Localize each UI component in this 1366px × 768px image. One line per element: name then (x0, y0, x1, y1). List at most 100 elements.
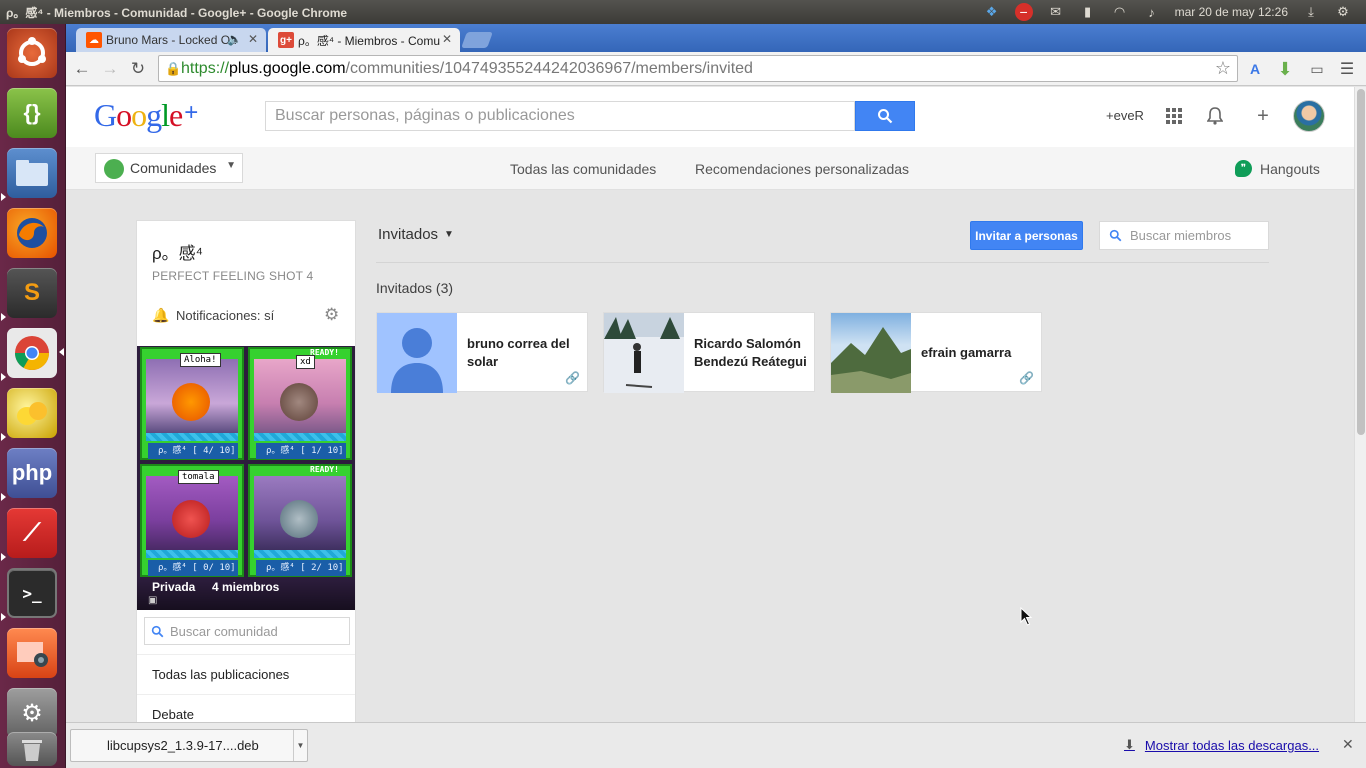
apps-grid-icon[interactable] (1162, 103, 1186, 129)
window-title: ρ。感⁴ - Miembros - Comunidad - Google+ - … (6, 5, 348, 20)
tab-community-members[interactable]: g+ ρ。感⁴ - Miembros - Comu ✕ (268, 28, 460, 52)
close-tab-icon[interactable]: ✕ (248, 32, 258, 46)
close-tab-icon[interactable]: ✕ (442, 32, 452, 46)
download-indicator-icon[interactable]: ⤓ (1302, 4, 1320, 20)
nav-recommendations[interactable]: Recomendaciones personalizadas (695, 161, 909, 177)
running-indicator (1, 313, 6, 321)
running-indicator (1, 613, 6, 621)
wifi-icon[interactable]: ◠ (1111, 4, 1129, 20)
settings-icon[interactable]: ⚙ (7, 688, 57, 738)
bookmark-star-icon[interactable]: ☆ (1215, 58, 1231, 79)
share-plus-icon[interactable]: + (1251, 103, 1275, 129)
nav-all-communities[interactable]: Todas las comunidades (510, 161, 656, 177)
scrollbar-thumb[interactable] (1357, 89, 1365, 435)
cast-icon[interactable]: ▭ (1306, 58, 1328, 80)
bell-icon: 🔔 (152, 306, 170, 323)
chevron-down-icon[interactable]: ▼ (293, 730, 307, 761)
document-viewer-icon[interactable]: ⟋ (7, 508, 57, 558)
member-count[interactable]: 4 miembros (212, 580, 279, 594)
search-icon (151, 625, 164, 637)
address-bar[interactable]: 🔒 https://plus.google.com/communities/10… (158, 55, 1238, 82)
private-lock-icon: ▣ (148, 595, 158, 606)
image-viewer-icon[interactable] (7, 628, 57, 678)
files-icon[interactable] (7, 148, 57, 198)
mail-icon[interactable]: ✉ (1047, 4, 1065, 20)
hangouts-button[interactable]: ❞ Hangouts (1235, 160, 1320, 177)
browser-tab-strip: ☁ Bruno Mars - Locked Ou 🔈 ✕ g+ ρ。感⁴ - M… (66, 24, 1366, 52)
sublime-text-icon[interactable]: S (7, 268, 57, 318)
chrome-icon[interactable] (7, 328, 57, 378)
power-gear-icon[interactable]: ⚙ (1334, 4, 1352, 20)
privacy-label: Privada (152, 580, 196, 594)
brackets-editor-icon[interactable]: {} (7, 88, 57, 138)
community-name[interactable]: ρ。感⁴ (152, 239, 203, 264)
nav-debate[interactable]: Debate (137, 694, 355, 722)
translate-icon[interactable]: A (1244, 58, 1266, 80)
default-avatar (377, 313, 457, 393)
community-search-wrapper (144, 617, 350, 645)
show-all-downloads-link[interactable]: ⬇ Mostrar todas las descargas... (1124, 737, 1319, 753)
gear-icon[interactable]: ⚙ (324, 305, 339, 325)
community-meta: Privada 4 miembros ▣ (137, 578, 355, 610)
community-search-input[interactable] (170, 619, 340, 643)
running-indicator (1, 493, 6, 501)
user-profile-link[interactable]: +eveR (1106, 108, 1144, 123)
tab-label: Bruno Mars - Locked Ou (106, 33, 237, 47)
page-scrollbar[interactable] (1354, 87, 1366, 722)
menu-icon[interactable]: ☰ (1336, 58, 1358, 80)
nav-all-posts[interactable]: Todas las publicaciones (137, 654, 355, 694)
cover-tile: READY! ρ。感⁴ [ 2/ 10] yuk!!! (248, 464, 352, 577)
soundcloud-icon: ☁ (86, 32, 102, 48)
member-card[interactable]: bruno correa del solar 🔗 (376, 312, 588, 393)
running-indicator (1, 433, 6, 441)
php-icon[interactable]: php (7, 448, 57, 498)
close-icon[interactable]: ✕ (1342, 736, 1354, 753)
ubuntu-dash-icon[interactable] (7, 28, 57, 78)
download-item[interactable]: libcupsys2_1.3.9-17....deb ▼ (70, 729, 308, 762)
members-filter-dropdown[interactable]: Invitados ▼ (378, 226, 454, 243)
cover-tile: Aloha! ρ。感⁴ [ 4/ 10] ~Xalovz (140, 347, 244, 460)
invited-heading: Invitados (3) (376, 280, 454, 296)
unity-launcher: {} S php ⟋ >_ ⚙ (0, 24, 66, 768)
firefox-icon[interactable] (7, 208, 57, 258)
terminal-icon[interactable]: >_ (7, 568, 57, 618)
active-window-indicator (59, 348, 64, 356)
gplus-header: Google+ +eveR + (66, 87, 1354, 147)
reload-button[interactable]: ↻ (126, 57, 150, 81)
hangouts-icon: ❞ (1235, 160, 1252, 177)
volume-icon[interactable]: ♪ (1143, 4, 1161, 20)
member-search-input[interactable] (1130, 228, 1265, 243)
download-extension-icon[interactable]: ⬇ (1274, 58, 1296, 80)
communities-dropdown[interactable]: Comunidades ▼ (95, 153, 243, 183)
notifications-bell-icon[interactable] (1203, 103, 1227, 129)
web-page: Google+ +eveR + Comunidades ▼ Todas las … (66, 87, 1354, 722)
search-button[interactable] (855, 101, 915, 131)
mountain-photo (831, 313, 911, 393)
clock[interactable]: mar 20 de may 12:26 (1175, 5, 1288, 19)
avatar[interactable] (1293, 100, 1325, 132)
invite-people-button[interactable]: Invitar a personas (970, 221, 1083, 250)
stop-icon[interactable]: − (1014, 3, 1033, 21)
dropbox-icon[interactable]: ❖ (983, 4, 1001, 20)
member-card[interactable]: efrain gamarra 🔗 (830, 312, 1042, 393)
forward-button[interactable]: → (98, 57, 122, 81)
battery-icon[interactable]: ▮ (1079, 4, 1097, 20)
system-top-panel: ρ。感⁴ - Miembros - Comunidad - Google+ - … (0, 0, 1366, 24)
fruit-app-icon[interactable] (7, 388, 57, 438)
member-card[interactable]: Ricardo Salomón Bendezú Reátegui (603, 312, 815, 393)
secure-lock-icon: 🔒 (165, 60, 182, 76)
notifications-toggle[interactable]: 🔔 Notificaciones: sí (152, 307, 274, 323)
tab-soundcloud[interactable]: ☁ Bruno Mars - Locked Ou 🔈 ✕ (76, 28, 266, 52)
google-plus-logo[interactable]: Google+ (94, 97, 198, 134)
community-subnav: Comunidades ▼ Todas las comunidades Reco… (66, 147, 1354, 190)
link-icon[interactable]: 🔗 (1019, 371, 1034, 385)
new-tab-button[interactable] (461, 32, 493, 48)
community-card: ρ。感⁴ PERFECT FEELING SHOT 4 🔔 Notificaci… (136, 220, 356, 722)
tab-label: ρ。感⁴ - Miembros - Comu (298, 33, 440, 48)
back-button[interactable]: ← (70, 57, 94, 81)
trash-icon[interactable] (7, 732, 57, 766)
member-name: Ricardo Salomón Bendezú Reátegui (694, 336, 807, 369)
link-icon[interactable]: 🔗 (565, 371, 580, 385)
cover-tile: tomala ρ。感⁴ [ 0/ 10] unevluz (140, 464, 244, 577)
search-input[interactable] (266, 102, 846, 130)
